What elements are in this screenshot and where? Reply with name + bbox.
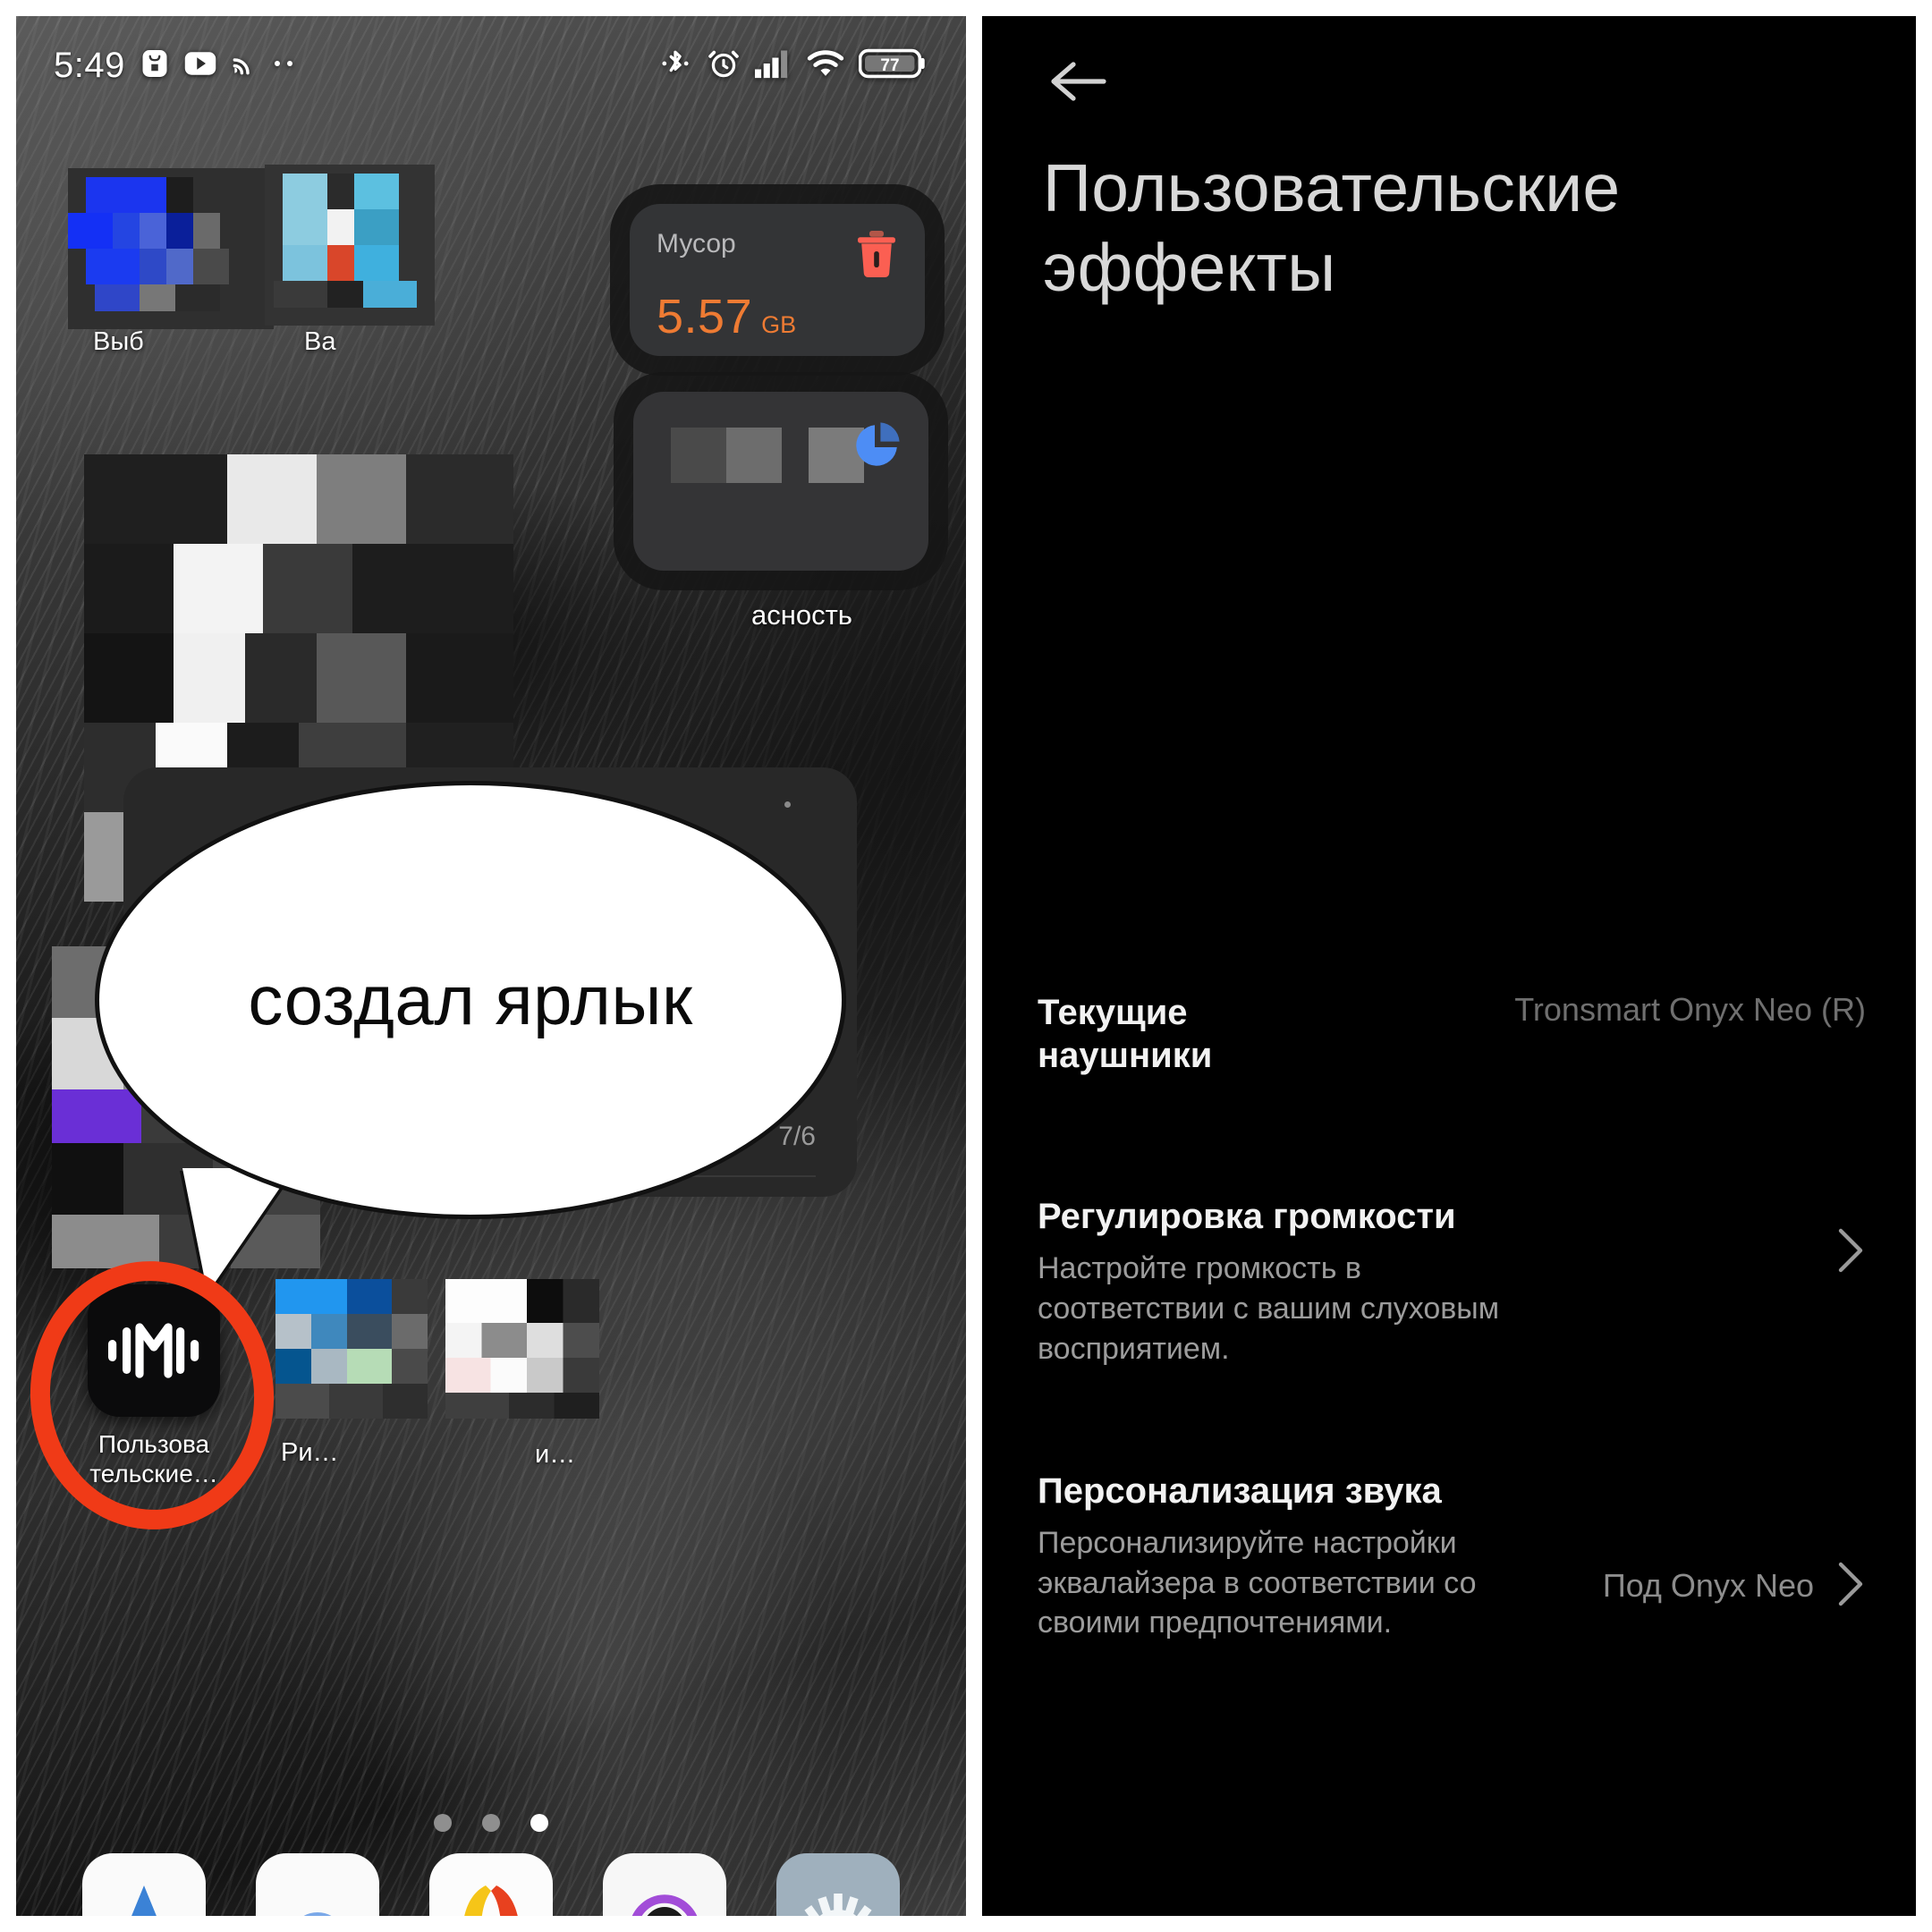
wifi-icon: [807, 48, 844, 83]
screenshot-stage: 5:49 77 Выб Ва Мусор 5.57 GB асность 7/6…: [0, 0, 1932, 1932]
widget-trash-value: 5.57: [657, 290, 753, 343]
page-title: Пользовательские эффекты: [1043, 150, 1621, 305]
censored-app-icon-2[interactable]: [265, 165, 435, 326]
settings-row-value-group: Под Onyx Neo: [1603, 1561, 1866, 1612]
youtube-icon: [184, 51, 216, 80]
censored-app-icon-4[interactable]: [445, 1279, 599, 1419]
settings-row-title: Персонализация звука: [1038, 1470, 1442, 1511]
chevron-right-icon: [1835, 1561, 1866, 1612]
bluetooth-icon: [658, 47, 692, 85]
dock: [16, 1853, 966, 1916]
trash-icon: [853, 229, 900, 284]
dock-icon-3[interactable]: [429, 1853, 553, 1916]
settings-row-personalization[interactable]: Персонализация звука Персонализируйте на…: [982, 1470, 1916, 1644]
status-bar: 5:49 77: [16, 16, 966, 114]
settings-row-personalization-inner: Персонализируйте настройки эквалайзера в…: [1038, 1513, 1866, 1644]
app-label-censored-3: и…: [535, 1440, 576, 1469]
status-bar-left: 5:49: [54, 46, 299, 86]
widget-trash-header: Мусор: [630, 204, 925, 284]
page-indicator: [16, 1814, 966, 1832]
more-dots-icon: [272, 57, 299, 73]
widget-dark-counter: 7/6: [778, 1122, 816, 1151]
back-arrow-icon[interactable]: [1045, 50, 1116, 117]
page-dot[interactable]: [482, 1814, 500, 1832]
chevron-right-icon: [1835, 1225, 1866, 1280]
censored-block: [726, 428, 782, 483]
settings-row-value: Tronsmart Onyx Neo (R): [1514, 991, 1866, 1028]
settings-row-volume-text: Регулировка громкости Настройте громкост…: [1038, 1195, 1538, 1369]
widget-trash-unit: GB: [761, 311, 797, 338]
settings-panel: Пользовательские эффекты Текущие наушник…: [982, 16, 1916, 1916]
row-spacer: [982, 1369, 1916, 1470]
dock-icon-5[interactable]: [776, 1853, 900, 1916]
alarm-icon: [707, 47, 741, 85]
row-spacer: [982, 1077, 1916, 1195]
dock-icon-4[interactable]: [603, 1853, 726, 1916]
home-screen-panel: 5:49 77 Выб Ва Мусор 5.57 GB асность 7/6…: [16, 16, 966, 1916]
widget-dark-dot: [784, 801, 791, 808]
mi-app-icon: [139, 47, 171, 84]
app-label-censored-2: Ри…: [281, 1438, 339, 1467]
settings-row-title-line2: наушники: [1038, 1036, 1213, 1075]
censored-app-icon-3[interactable]: [275, 1279, 428, 1419]
page-dot[interactable]: [434, 1814, 452, 1832]
settings-row-value: Под Onyx Neo: [1602, 1567, 1814, 1605]
app-label-top-2: Ва: [304, 327, 336, 356]
widget-storage[interactable]: [633, 392, 928, 571]
settings-list: Текущие наушники Tronsmart Onyx Neo (R) …: [982, 991, 1916, 1643]
widget-trash-value-group: 5.57 GB: [630, 284, 925, 344]
settings-row-volume-inner: Регулировка громкости Настройте громкост…: [1038, 1195, 1866, 1369]
speech-bubble: создал ярлык: [95, 781, 846, 1219]
widget-trash-label: Мусор: [657, 229, 736, 258]
settings-row-title: Текущие наушники: [1038, 991, 1212, 1077]
censored-app-icon-1[interactable]: [68, 168, 274, 329]
settings-row-subtitle: Настройте громкость в соответствии с ваш…: [1038, 1251, 1500, 1366]
pie-chart-icon: [848, 417, 905, 479]
widget-security-label: асность: [751, 599, 852, 631]
settings-row-volume[interactable]: Регулировка громкости Настройте громкост…: [982, 1195, 1916, 1369]
dock-icon-1[interactable]: [82, 1853, 206, 1916]
censored-block: [671, 428, 726, 483]
settings-row-title: Регулировка громкости: [1038, 1197, 1456, 1236]
speech-bubble-text: создал ярлык: [248, 960, 693, 1039]
page-dot-active[interactable]: [530, 1814, 548, 1832]
settings-row-subtitle: Персонализируйте настройки эквалайзера в…: [1038, 1525, 1477, 1640]
status-bar-right: 77: [658, 47, 927, 85]
cast-icon: [230, 49, 258, 82]
settings-row-title-line1: Текущие: [1038, 993, 1188, 1032]
signal-icon: [755, 48, 792, 83]
widget-trash[interactable]: Мусор 5.57 GB: [630, 204, 925, 356]
battery-icon: 77: [858, 47, 927, 85]
app-label-top-1: Выб: [93, 327, 144, 356]
settings-row-current-headphones[interactable]: Текущие наушники Tronsmart Onyx Neo (R): [982, 991, 1916, 1077]
dock-icon-2[interactable]: [256, 1853, 379, 1916]
battery-level-text: 77: [880, 55, 899, 74]
status-bar-clock: 5:49: [54, 45, 125, 85]
